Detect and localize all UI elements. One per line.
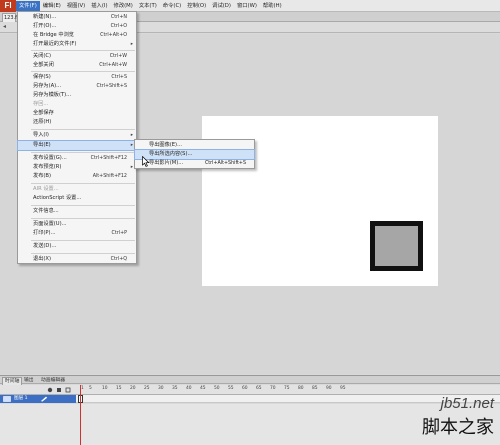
menu-item-page-setup[interactable]: 页面设置(U)... [18,220,136,229]
layer-icon [3,396,11,402]
menu-item-save-as-template[interactable]: 另存为模板(T)... [18,91,136,100]
watermark-text: 脚本之家 [422,417,494,438]
menu-item-export-selection[interactable]: 导出所选内容(S)... [134,149,255,160]
playhead[interactable] [80,385,81,445]
flash-logo-icon: Fl [0,0,16,12]
ruler-tick: 5 [89,386,92,391]
ruler-tick: 40 [186,386,192,391]
ruler-tick: 45 [200,386,206,391]
menu-file[interactable]: 文件(F) [16,0,40,11]
ruler-tick: 95 [340,386,346,391]
export-submenu: 导出图像(E)... 导出所选内容(S)... 导出影片(M)... Ctrl+A… [134,139,255,169]
menu-item-publish[interactable]: 发布(B) Alt+Shift+F12 [18,172,136,181]
menu-item-air-settings: AIR 设置... [33,186,59,192]
ruler-tick: 85 [312,386,318,391]
menu-item-actionscript-settings[interactable]: ActionScript 设置... [18,194,136,203]
menu-item-exit[interactable]: 退出(X) Ctrl+Q [18,255,136,264]
watermark: jb51.net 脚本之家 [422,395,494,439]
pencil-icon [41,396,48,402]
menu-item-save[interactable]: 保存(S) Ctrl+S [18,73,136,82]
menu-item-save-as[interactable]: 另存为(A)... Ctrl+Shift+S [18,82,136,91]
mouse-pointer-icon [142,156,150,167]
menu-item-export-image[interactable]: 导出图像(E)... [135,141,254,150]
menu-text[interactable]: 文本(T) [136,1,160,11]
menu-control[interactable]: 控制(O) [184,1,209,11]
menu-item-publish-preview[interactable]: 发布预览(R) ▸ [18,163,136,172]
submenu-arrow-icon: ▸ [130,42,133,47]
tab-output[interactable]: 输出 [22,377,36,385]
tab-timeline[interactable]: 时间轴 [2,377,23,385]
frame-ruler[interactable]: 1 5 10 15 20 25 30 35 40 45 50 55 60 65 … [78,385,500,395]
ruler-tick: 65 [256,386,262,391]
menu-item-check-in: 存回... [33,101,49,107]
menu-help[interactable]: 帮助(H) [260,1,285,11]
rectangle-shape[interactable] [370,221,423,271]
menu-item-new[interactable]: 新建(N)... Ctrl+N [18,13,136,22]
menu-item-send[interactable]: 发送(D)... [18,242,136,251]
menu-item-import[interactable]: 导入(I) ▸ [18,131,136,140]
menu-modify[interactable]: 修改(M) [111,1,136,11]
submenu-arrow-icon: ▸ [130,133,133,138]
ruler-tick: 60 [242,386,248,391]
menu-debug[interactable]: 调试(D) [209,1,234,11]
ruler-tick: 25 [144,386,150,391]
ruler-tick: 80 [298,386,304,391]
menu-separator [31,152,135,153]
ruler-tick: 30 [158,386,164,391]
menu-window[interactable]: 窗口(W) [234,1,260,11]
ruler-tick: 10 [102,386,108,391]
timeline-header: 1 5 10 15 20 25 30 35 40 45 50 55 60 65 … [0,385,500,395]
menu-separator [31,205,135,206]
menu-item-open[interactable]: 打开(O)... Ctrl+O [18,22,136,31]
ruler-tick: 70 [270,386,276,391]
menu-item-export[interactable]: 导出(E) ▸ [17,140,137,151]
ruler-tick: 20 [130,386,136,391]
menu-item-save-all[interactable]: 全部保存 [18,109,136,118]
menu-separator [31,50,135,51]
menu-item-export-movie[interactable]: 导出影片(M)... Ctrl+Alt+Shift+S [135,159,254,168]
ruler-tick: 1 [81,386,84,391]
submenu-arrow-icon: ▸ [130,143,133,148]
menu-view[interactable]: 视图(V) [64,1,88,11]
layer-name[interactable]: 图层 1 [14,395,28,403]
menu-separator [31,71,135,72]
menu-separator [31,183,135,184]
menu-commands[interactable]: 命令(C) [160,1,184,11]
menu-item-browse-bridge[interactable]: 在 Bridge 中浏览 Ctrl+Alt+O [18,31,136,40]
menu-item-close-all[interactable]: 全部关闭 Ctrl+Alt+W [18,61,136,70]
layer-selected[interactable]: 图层 1 [0,395,76,403]
menu-edit[interactable]: 编辑(E) [40,1,64,11]
menu-insert[interactable]: 插入(I) [88,1,110,11]
menu-separator [31,129,135,130]
menu-item-revert[interactable]: 还原(H) [18,118,136,127]
ruler-tick: 55 [228,386,234,391]
menu-separator [31,253,135,254]
ruler-tick: 75 [284,386,290,391]
menu-item-print[interactable]: 打印(P)... Ctrl+P [18,229,136,238]
menu-separator [31,240,135,241]
file-menu-dropdown: 新建(N)... Ctrl+N 打开(O)... Ctrl+O 在 Bridge 中… [17,11,137,264]
submenu-arrow-icon: ▸ [130,165,133,170]
menu-separator [31,218,135,219]
back-arrow-icon[interactable]: ◂ [3,24,9,30]
ruler-tick: 35 [172,386,178,391]
watermark-url: jb51.net [440,395,494,412]
document-tab[interactable]: 123.fl [2,13,18,22]
timeline-tab-strip: 时间轴 输出 动画编辑器 [0,375,500,385]
menu-item-file-info[interactable]: 文件信息... [18,207,136,216]
ruler-tick: 15 [116,386,122,391]
ruler-tick: 50 [214,386,220,391]
menu-item-publish-settings[interactable]: 发布设置(G)... Ctrl+Shift+F12 [18,154,136,163]
tab-motion-editor[interactable]: 动画编辑器 [39,377,67,385]
menu-item-close[interactable]: 关闭(C) Ctrl+W [18,52,136,61]
layer-visibility-icons [47,387,71,393]
ruler-tick: 90 [326,386,332,391]
menu-item-open-recent[interactable]: 打开最近的文件(F) ▸ [18,40,136,49]
